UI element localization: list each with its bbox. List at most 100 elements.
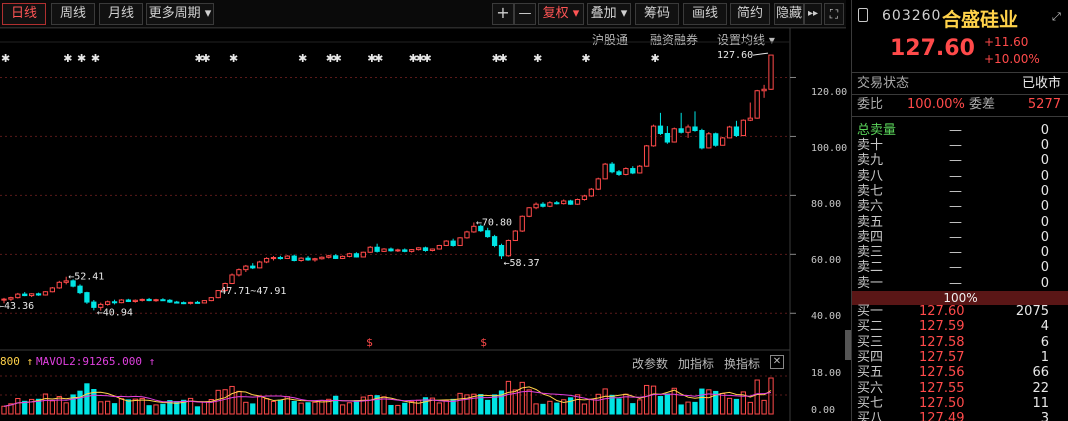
volume-bar [436, 402, 442, 415]
weibi-value: 100.00% [907, 97, 965, 112]
candle [291, 255, 297, 262]
forward-icon[interactable]: ▸▸ [804, 3, 822, 25]
buy-level-row[interactable]: 买八 127.49 3 [857, 411, 1067, 421]
volume-bar [457, 392, 463, 415]
last-price-annotation: 127.60 [717, 50, 753, 61]
candle [491, 236, 498, 246]
volume-bar [277, 399, 284, 415]
fullscreen-icon[interactable]: ⛶ [824, 3, 844, 25]
buy-level-row[interactable]: 买三 127.58 6 [857, 335, 1067, 350]
order-book-row[interactable]: 卖二 — 0 [857, 260, 1067, 275]
tab-monthly[interactable]: 月线 [99, 3, 143, 25]
volume-bar [630, 403, 636, 415]
volume-bar [616, 398, 622, 415]
level-qty: 4 [1040, 319, 1049, 335]
order-book-row[interactable]: 卖五 — 0 [857, 215, 1067, 230]
candle [153, 299, 159, 302]
price-change: +11.60 +10.00% [984, 34, 1040, 68]
adjust-price-dropdown[interactable]: 复权 ▾ [538, 3, 584, 25]
order-book-row[interactable]: 卖十 — 0 [857, 138, 1067, 153]
buy-level-row[interactable]: 买七 127.50 11 [857, 396, 1067, 411]
volume-bar [367, 395, 373, 415]
hide-button[interactable]: 隐藏 [774, 3, 804, 25]
event-marker: ✱ [63, 52, 72, 65]
level-qty: 0 [1040, 275, 1049, 291]
candle [457, 237, 463, 246]
candle [429, 248, 436, 251]
buy-level-row[interactable]: 买一 127.60 2075 [857, 304, 1067, 319]
level-label: 买五 [857, 365, 884, 381]
close-indicator-icon[interactable]: ✕ [770, 355, 784, 369]
switch-indicator-button[interactable]: 换指标 [724, 355, 760, 372]
candle [719, 137, 726, 146]
more-periods-dropdown[interactable]: 更多周期 ▾ [146, 3, 214, 25]
candle [118, 299, 125, 304]
kline-chart[interactable]: 沪股通 融资融券 设置均线 ▾ ✱ ✱ ✱ ✱ ✱ ✱ ✱ ✱ ✱ ✱ ✱ ✱ ✱ ✱ ✱ ✱ ✱ ✱ ✱ ✱ ←52.… [0, 28, 847, 421]
tab-weekly[interactable]: 周线 [51, 3, 95, 25]
add-indicator-button[interactable]: 加指标 [678, 355, 714, 372]
order-book-row[interactable]: 卖八 — 0 [857, 169, 1067, 184]
candle [540, 203, 546, 207]
order-book-row[interactable]: 卖四 — 0 [857, 230, 1067, 245]
level-label: 卖四 [857, 229, 884, 245]
order-book-row[interactable]: 卖七 — 0 [857, 184, 1067, 199]
order-book-row[interactable]: 卖一 — 0 [857, 276, 1067, 291]
edit-params-button[interactable]: 改参数 [632, 355, 668, 372]
volume-bar [719, 392, 726, 415]
volume-bar [733, 398, 740, 415]
level-price: 127.56 [919, 365, 965, 381]
volume-bar [215, 389, 221, 415]
volume-bar [63, 402, 69, 415]
candle [464, 231, 470, 239]
event-marker: ✱ [423, 52, 432, 65]
volume-bar [533, 403, 539, 415]
candle [657, 125, 664, 134]
zoom-out-button[interactable]: — [514, 3, 536, 25]
low-annotation: ←58.37 [504, 258, 540, 269]
candle [181, 302, 187, 305]
buy-level-row[interactable]: 买二 127.59 4 [857, 319, 1067, 334]
weicha-value: 5277 [1027, 97, 1061, 112]
volume-bar [519, 381, 525, 415]
order-book-row[interactable]: 卖三 — 0 [857, 245, 1067, 260]
buy-level-row[interactable]: 买六 127.55 22 [857, 381, 1067, 396]
volume-bar [312, 401, 318, 415]
candle [505, 239, 512, 257]
zoom-in-button[interactable]: + [492, 3, 514, 25]
buy-level-row[interactable]: 买五 127.56 66 [857, 365, 1067, 380]
volume-bar [118, 398, 125, 415]
level-price: 127.57 [919, 349, 965, 365]
change-percent: +10.00% [984, 52, 1040, 66]
volume-bar [15, 398, 21, 415]
order-book-row[interactable]: 卖九 — 0 [857, 153, 1067, 168]
status-label: 交易状态 [857, 76, 910, 91]
level-qty: 2075 [1015, 304, 1049, 319]
candle [319, 256, 325, 260]
low-annotation: ←40.94 [97, 308, 133, 319]
expand-panel-icon[interactable]: ⤢ [1052, 10, 1061, 24]
level-qty: 0 [1040, 245, 1049, 261]
level-label: 卖七 [857, 183, 884, 199]
volume-bar [132, 398, 138, 415]
bookmark-icon[interactable] [858, 8, 868, 22]
order-book-row[interactable]: 卖六 — 0 [857, 199, 1067, 214]
level-price: — [949, 245, 962, 261]
level-price: 127.49 [919, 411, 965, 421]
candle [305, 257, 311, 261]
candle [526, 207, 532, 217]
candle [747, 117, 753, 121]
tab-daily[interactable]: 日线 [2, 3, 46, 25]
buy-level-row[interactable]: 买四 127.57 1 [857, 350, 1067, 365]
level-label: 卖六 [857, 199, 884, 215]
candle [650, 125, 657, 147]
candle [699, 130, 705, 149]
simple-mode-button[interactable]: 简约 [730, 3, 770, 25]
chip-distribution-button[interactable]: 筹码 [635, 3, 679, 25]
level-label: 卖八 [857, 168, 884, 184]
overlay-dropdown[interactable]: 叠加 ▾ [587, 3, 631, 25]
volume-bar [602, 388, 608, 415]
draw-line-button[interactable]: 画线 [683, 3, 727, 25]
volume-bar [581, 403, 588, 415]
event-marker: ✱ [229, 52, 238, 65]
volume-bar [360, 396, 366, 415]
